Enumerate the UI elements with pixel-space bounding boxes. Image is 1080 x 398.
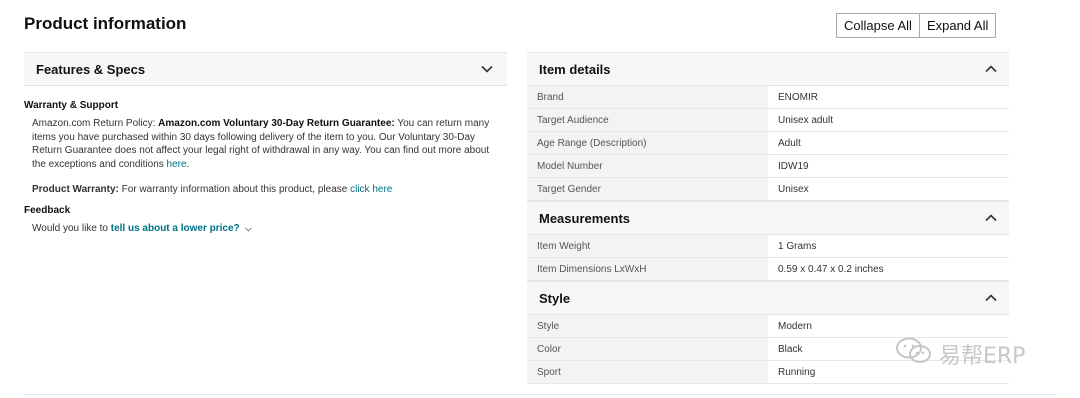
table-row: Target Gender Unisex: [527, 178, 1009, 201]
table-row: Age Range (Description) Adult: [527, 132, 1009, 155]
table-row: Item Weight 1 Grams: [527, 235, 1009, 258]
row-value: 0.59 x 0.47 x 0.2 inches: [778, 263, 884, 275]
row-value: Modern: [778, 320, 812, 332]
row-value: Adult: [778, 137, 801, 149]
expand-collapse-controls: Collapse All Expand All: [836, 13, 997, 38]
watermark: 易帮ERP: [895, 336, 1025, 371]
warranty-support-title: Warranty & Support: [24, 100, 119, 111]
row-value: Unisex adult: [778, 114, 834, 126]
wechat-icon: [895, 336, 933, 371]
chevron-up-icon: [983, 290, 999, 306]
chevron-up-icon: [983, 61, 999, 77]
expand-all-button[interactable]: Expand All: [918, 13, 997, 38]
row-label: Item Dimensions LxWxH: [527, 258, 768, 280]
row-value: IDW19: [778, 160, 809, 172]
return-policy-here-link[interactable]: here: [167, 159, 187, 170]
watermark-text: 易帮ERP: [939, 343, 1026, 369]
feedback-question-text: Would you like to: [32, 223, 108, 234]
style-header[interactable]: Style: [527, 281, 1009, 315]
row-label: Brand: [527, 86, 768, 108]
features-specs-header[interactable]: Features & Specs: [24, 52, 507, 86]
item-details-table: Brand ENOMIR Target Audience Unisex adult …: [527, 86, 1009, 201]
row-value: ENOMIR: [778, 91, 818, 103]
row-label: Target Audience: [527, 109, 768, 131]
warranty-click-here-link[interactable]: click here: [350, 184, 392, 195]
table-row: Brand ENOMIR: [527, 86, 1009, 109]
table-row: Item Dimensions LxWxH 0.59 x 0.47 x 0.2 i…: [527, 258, 1009, 281]
features-specs-title: Features & Specs: [36, 61, 146, 77]
style-title: Style: [539, 290, 571, 306]
product-warranty-label: Product Warranty:: [32, 184, 119, 195]
row-label: Item Weight: [527, 235, 768, 257]
return-policy-end: .: [186, 158, 190, 170]
item-details-title: Item details: [539, 61, 611, 77]
item-details-header[interactable]: Item details: [527, 52, 1009, 86]
return-policy-text: Amazon.com Return Policy: Amazon.com Vol…: [32, 117, 497, 171]
table-row: Style Modern: [527, 315, 1009, 338]
chevron-down-icon: [479, 61, 495, 77]
lower-price-link[interactable]: tell us about a lower price?: [111, 223, 240, 234]
row-value: Unisex: [778, 183, 809, 195]
feedback-title: Feedback: [24, 205, 71, 216]
row-label: Age Range (Description): [527, 132, 768, 154]
page-title: Product information: [24, 14, 187, 33]
measurements-header[interactable]: Measurements: [527, 201, 1009, 235]
measurements-title: Measurements: [539, 210, 631, 226]
measurements-table: Item Weight 1 Grams Item Dimensions LxWxH…: [527, 235, 1009, 281]
chevron-down-icon[interactable]: [244, 224, 252, 234]
row-label: Style: [527, 315, 768, 337]
table-row: Target Audience Unisex adult: [527, 109, 1009, 132]
row-label: Target Gender: [527, 178, 768, 200]
section-divider: [24, 394, 1056, 395]
row-label: Color: [527, 338, 768, 360]
specs-panel: Item details Brand ENOMIR Target Audience…: [527, 52, 1009, 384]
chevron-up-icon: [983, 210, 999, 226]
row-label: Sport: [527, 361, 768, 383]
table-row: Model Number IDW19: [527, 155, 1009, 178]
return-policy-prefix: Amazon.com Return Policy:: [32, 118, 159, 129]
collapse-all-button[interactable]: Collapse All: [836, 13, 920, 38]
row-value: 1 Grams: [778, 240, 817, 252]
row-label: Model Number: [527, 155, 768, 177]
features-specs-section: Features & Specs Warranty & Support Amaz…: [24, 52, 507, 234]
product-warranty-text: Product Warranty: For warranty informati…: [32, 184, 507, 195]
return-policy-bold: Amazon.com Voluntary 30-Day Return Guara…: [158, 118, 395, 129]
feedback-question: Would you like to tell us about a lower …: [32, 223, 507, 234]
product-warranty-body: For warranty information about this prod…: [118, 184, 351, 195]
